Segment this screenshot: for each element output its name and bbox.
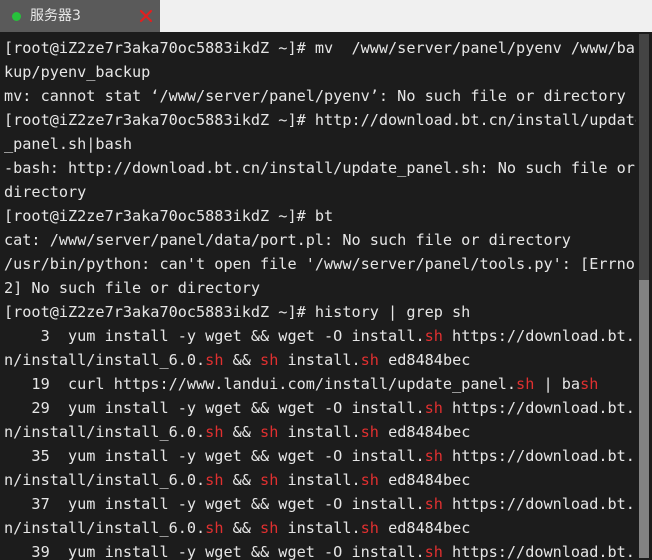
terminal-line: 2] No such file or directory [4,276,652,300]
terminal-text: n/install/install_6.0. [4,471,206,489]
terminal-text: | ba [534,375,581,393]
grep-match: sh [260,471,279,489]
terminal-text: && [223,519,261,537]
terminal-line: 35 yum install -y wget && wget -O instal… [4,444,652,468]
scrollbar-thumb[interactable] [639,280,649,558]
terminal-text: /usr/bin/python: can't open file '/www/s… [4,255,635,273]
grep-match: sh [205,519,224,537]
grep-match: sh [424,543,443,560]
terminal-text: [root@iZ2ze7r3aka70oc5883ikdZ ~]# mv /ww… [4,39,645,57]
grep-match: sh [360,351,379,369]
terminal-text: directory [4,183,87,201]
terminal-line: 3 yum install -y wget && wget -O install… [4,324,652,348]
grep-match: sh [260,351,279,369]
grep-match: sh [205,471,224,489]
terminal-text: ed8484bec [378,351,471,369]
terminal-line: 19 curl https://www.landui.com/install/u… [4,372,652,396]
terminal-text: install. [278,351,361,369]
grep-match: sh [424,495,443,513]
connection-status-dot [12,11,21,21]
terminal-line: n/install/install_6.0.sh && sh install.s… [4,468,652,492]
grep-match: sh [205,423,224,441]
terminal-line: /usr/bin/python: can't open file '/www/s… [4,252,652,276]
terminal-text: 39 yum install -y wget && wget -O instal… [4,543,425,560]
terminal-text: _panel.sh|bash [4,135,133,153]
terminal-text: https://download.bt.c [442,543,645,560]
tab-bar: 服务器3 [0,0,652,32]
grep-match: sh [205,351,224,369]
terminal-scrollbar[interactable] [636,32,652,560]
terminal-text: https://download.bt.c [442,495,645,513]
terminal-line: directory [4,180,652,204]
terminal-text: -bash: http://download.bt.cn/install/upd… [4,159,635,177]
terminal-text: n/install/install_6.0. [4,519,206,537]
terminal-text: [root@iZ2ze7r3aka70oc5883ikdZ ~]# histor… [4,303,471,321]
terminal-text: install. [278,423,361,441]
terminal-output[interactable]: [root@iZ2ze7r3aka70oc5883ikdZ ~]# mv /ww… [0,32,652,560]
terminal-line: mv: cannot stat ‘/www/server/panel/pyenv… [4,84,652,108]
terminal-text: && [223,471,261,489]
terminal-text: 29 yum install -y wget && wget -O instal… [4,399,425,417]
terminal-text: https://download.bt.c [442,447,645,465]
terminal-panel[interactable]: [root@iZ2ze7r3aka70oc5883ikdZ ~]# mv /ww… [0,32,652,560]
terminal-text: mv: cannot stat ‘/www/server/panel/pyenv… [4,87,626,105]
terminal-line: n/install/install_6.0.sh && sh install.s… [4,420,652,444]
terminal-line: n/install/install_6.0.sh && sh install.s… [4,516,652,540]
terminal-line: 29 yum install -y wget && wget -O instal… [4,396,652,420]
terminal-text: 35 yum install -y wget && wget -O instal… [4,447,425,465]
terminal-line: [root@iZ2ze7r3aka70oc5883ikdZ ~]# http:/… [4,108,652,132]
terminal-text: 37 yum install -y wget && wget -O instal… [4,495,425,513]
terminal-line: [root@iZ2ze7r3aka70oc5883ikdZ ~]# histor… [4,300,652,324]
terminal-text: install. [278,519,361,537]
terminal-text: && [223,423,261,441]
terminal-text: https://download.bt.c [442,327,645,345]
grep-match: sh [424,447,443,465]
grep-match: sh [360,519,379,537]
terminal-line: 39 yum install -y wget && wget -O instal… [4,540,652,560]
terminal-text: kup/pyenv_backup [4,63,151,81]
terminal-text: https://download.bt.c [442,399,645,417]
tab-bar-empty-area [160,0,652,32]
terminal-text: ed8484bec [378,423,471,441]
terminal-text: install. [278,471,361,489]
terminal-text: n/install/install_6.0. [4,423,206,441]
grep-match: sh [424,399,443,417]
terminal-text: [root@iZ2ze7r3aka70oc5883ikdZ ~]# bt [4,207,334,225]
grep-match: sh [516,375,535,393]
scrollbar-track[interactable] [639,34,649,558]
terminal-line: -bash: http://download.bt.cn/install/upd… [4,156,652,180]
terminal-line: 37 yum install -y wget && wget -O instal… [4,492,652,516]
terminal-line: cat: /www/server/panel/data/port.pl: No … [4,228,652,252]
terminal-line: n/install/install_6.0.sh && sh install.s… [4,348,652,372]
grep-match: sh [360,423,379,441]
terminal-text: n/install/install_6.0. [4,351,206,369]
terminal-app-window: 服务器3 [root@iZ2ze7r3aka70oc5883ikdZ ~]# m… [0,0,652,560]
grep-match: sh [260,423,279,441]
terminal-text: && [223,351,261,369]
grep-match: sh [580,375,599,393]
tab-server3[interactable]: 服务器3 [0,0,160,32]
terminal-line: [root@iZ2ze7r3aka70oc5883ikdZ ~]# bt [4,204,652,228]
tab-label: 服务器3 [30,8,81,24]
terminal-line: _panel.sh|bash [4,132,652,156]
terminal-text: [root@iZ2ze7r3aka70oc5883ikdZ ~]# http:/… [4,111,645,129]
terminal-line: [root@iZ2ze7r3aka70oc5883ikdZ ~]# mv /ww… [4,36,652,60]
grep-match: sh [260,519,279,537]
close-icon[interactable] [132,0,160,32]
terminal-text: cat: /www/server/panel/data/port.pl: No … [4,231,571,249]
grep-match: sh [424,327,443,345]
terminal-text: 19 curl https://www.landui.com/install/u… [4,375,517,393]
terminal-text: ed8484bec [378,519,471,537]
terminal-line: kup/pyenv_backup [4,60,652,84]
terminal-text: ed8484bec [378,471,471,489]
terminal-text: 3 yum install -y wget && wget -O install… [4,327,425,345]
grep-match: sh [360,471,379,489]
terminal-text: 2] No such file or directory [4,279,261,297]
